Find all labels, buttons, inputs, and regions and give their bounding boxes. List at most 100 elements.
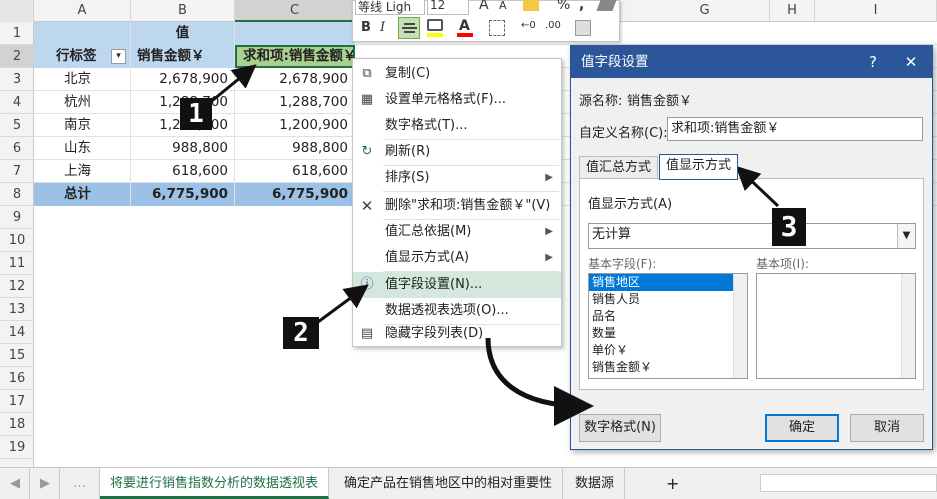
format-painter-icon[interactable] (596, 0, 618, 11)
menu-summarize-by[interactable]: 值汇总依据(M) ▶ (353, 219, 561, 245)
menu-value-field-settings[interactable]: ⓘ 值字段设置(N)... (353, 272, 561, 298)
accounting-format-icon[interactable] (523, 0, 539, 11)
shrink-font-icon[interactable]: A (499, 0, 507, 12)
help-icon[interactable]: ? (858, 46, 888, 78)
row-header[interactable]: 12 (0, 275, 34, 298)
list-item[interactable]: 销售人员 (589, 291, 747, 308)
increase-decimal-icon[interactable]: ←0 (521, 20, 536, 31)
row-name[interactable]: 山东 (34, 137, 131, 160)
row-value-c[interactable]: 618,600 (235, 160, 355, 183)
row-header[interactable]: 1 (0, 22, 34, 45)
pivot-row-label[interactable]: 行标签 ▾ (34, 45, 131, 68)
row-header[interactable]: 7 (0, 160, 34, 183)
column-header-g[interactable]: G (640, 0, 770, 22)
row-header[interactable]: 19 (0, 436, 34, 459)
row-header[interactable]: 15 (0, 344, 34, 367)
font-color-icon[interactable]: A (459, 18, 470, 34)
row-value-b[interactable]: 988,800 (131, 137, 235, 160)
number-format-button[interactable]: 数字格式(N) (579, 414, 661, 442)
menu-format-cells[interactable]: ▦ 设置单元格格式(F)... (353, 87, 561, 113)
list-item[interactable]: 单价￥ (589, 342, 747, 359)
row-value-b[interactable]: 2,678,900 (131, 68, 235, 91)
filter-dropdown-icon[interactable]: ▾ (111, 49, 126, 64)
list-scrollbar[interactable] (901, 274, 915, 378)
cell-c1[interactable] (235, 22, 355, 45)
custom-name-input[interactable]: 求和项:销售金额￥ (667, 117, 923, 141)
list-scrollbar[interactable] (733, 274, 747, 378)
list-item[interactable]: 品名 (589, 308, 747, 325)
menu-refresh[interactable]: ↻ 刷新(R) (353, 139, 561, 165)
select-all-corner[interactable] (0, 0, 34, 22)
horizontal-scrollbar[interactable] (760, 474, 937, 492)
row-header[interactable]: 3 (0, 68, 34, 91)
row-header[interactable]: 17 (0, 390, 34, 413)
column-header-c[interactable]: C (235, 0, 355, 22)
pivot-value-header[interactable]: 值 (131, 22, 235, 45)
italic-icon[interactable]: I (380, 20, 385, 35)
row-header[interactable]: 13 (0, 298, 34, 321)
row-header[interactable]: 5 (0, 114, 34, 137)
percent-icon[interactable]: % (557, 0, 570, 13)
chevron-down-icon[interactable]: ▼ (897, 224, 915, 248)
row-header[interactable]: 4 (0, 91, 34, 114)
add-sheet-icon[interactable]: + (656, 468, 682, 499)
list-item[interactable]: 数量 (589, 325, 747, 342)
menu-hide-field-list[interactable]: ▤ 隐藏字段列表(D) (353, 321, 561, 347)
font-size-box[interactable]: 12 (427, 0, 469, 15)
total-value-b[interactable]: 6,775,900 (131, 183, 235, 206)
row-header[interactable]: 6 (0, 137, 34, 160)
tab-scroll-left-icon[interactable]: ◀ (0, 468, 30, 499)
row-name[interactable]: 南京 (34, 114, 131, 137)
row-header[interactable]: 11 (0, 252, 34, 275)
tab-scroll-right-icon[interactable]: ▶ (30, 468, 60, 499)
decrease-decimal-icon[interactable]: .00 (545, 20, 561, 31)
menu-sort[interactable]: 排序(S) ▶ (353, 165, 561, 191)
clear-icon[interactable] (575, 20, 591, 36)
close-icon[interactable]: ✕ (896, 46, 926, 78)
row-header[interactable]: 8 (0, 183, 34, 206)
row-header[interactable]: 16 (0, 367, 34, 390)
row-value-c[interactable]: 1,200,900 (235, 114, 355, 137)
menu-remove-field[interactable]: ✕ 删除"求和项:销售金额￥"(V) (353, 193, 561, 219)
row-header[interactable]: 9 (0, 206, 34, 229)
show-values-as-select[interactable]: 无计算 ▼ (588, 223, 916, 249)
cell-a1[interactable] (34, 22, 131, 45)
row-value-b[interactable]: 618,600 (131, 160, 235, 183)
fill-color-icon[interactable] (427, 19, 443, 31)
list-item[interactable]: 销售金额￥ (589, 359, 747, 376)
menu-copy[interactable]: ⧉ 复制(C) (353, 61, 561, 87)
borders-icon[interactable] (489, 20, 505, 36)
cancel-button[interactable]: 取消 (850, 414, 924, 442)
row-name[interactable]: 北京 (34, 68, 131, 91)
column-header-h[interactable]: H (770, 0, 815, 22)
row-name[interactable]: 杭州 (34, 91, 131, 114)
sheet-tab-active[interactable]: 将要进行销售指数分析的数据透视表 (100, 468, 330, 499)
row-name[interactable]: 上海 (34, 160, 131, 183)
align-center-icon[interactable] (398, 17, 420, 39)
tab-summarize-by[interactable]: 值汇总方式 (579, 156, 659, 180)
tab-show-values-as[interactable]: 值显示方式 (659, 154, 739, 180)
row-value-c[interactable]: 988,800 (235, 137, 355, 160)
base-item-list[interactable] (756, 273, 916, 379)
row-header[interactable]: 14 (0, 321, 34, 344)
column-header-b[interactable]: B (131, 0, 235, 22)
row-header[interactable]: 2 (0, 45, 34, 68)
list-item[interactable]: 销售地区 (589, 274, 747, 291)
base-field-list[interactable]: 销售地区 销售人员 品名 数量 单价￥ 销售金额￥ (588, 273, 748, 379)
menu-show-values-as[interactable]: 值显示方式(A) ▶ (353, 245, 561, 271)
grow-font-icon[interactable]: A (479, 0, 489, 13)
total-label[interactable]: 总计 (34, 183, 131, 206)
comma-style-icon[interactable]: , (579, 0, 584, 13)
bold-icon[interactable]: B (361, 20, 371, 35)
row-header[interactable]: 10 (0, 229, 34, 252)
pivot-col-b-header[interactable]: 销售金额￥ (131, 45, 235, 68)
column-header-a[interactable]: A (34, 0, 131, 22)
ok-button[interactable]: 确定 (765, 414, 839, 442)
row-value-c[interactable]: 1,288,700 (235, 91, 355, 114)
row-header[interactable]: 18 (0, 413, 34, 436)
row-value-c[interactable]: 2,678,900 (235, 68, 355, 91)
pivot-col-c-header-selected[interactable]: 求和项:销售金额￥ (235, 45, 355, 68)
column-header-i[interactable]: I (815, 0, 937, 22)
font-name-box[interactable]: 等线 Ligh (355, 0, 425, 15)
tab-more-icon[interactable]: … (60, 468, 100, 499)
